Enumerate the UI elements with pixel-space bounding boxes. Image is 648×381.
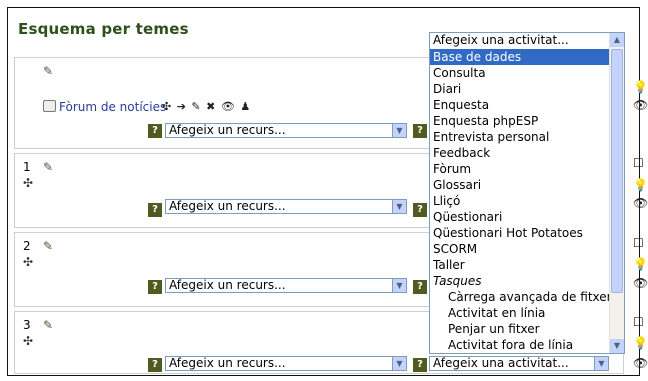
activity-option[interactable]: Base de dades (430, 49, 610, 65)
section-number: 1 (23, 160, 31, 174)
activity-option[interactable]: Penjar un fitxer (430, 321, 610, 337)
help-icon[interactable]: ? (148, 124, 162, 138)
eye-icon[interactable]: 👁 (633, 276, 648, 290)
add-resource-select[interactable]: Afegeix un recurs... ▼ (165, 199, 407, 214)
chevron-down-icon: ▼ (392, 200, 406, 213)
help-icon[interactable]: ? (148, 280, 162, 294)
activity-option[interactable]: Activitat en línia (430, 305, 610, 321)
help-icon[interactable]: ? (413, 124, 427, 138)
eye-icon[interactable]: 👁 (633, 356, 648, 370)
activity-option[interactable]: Enquesta phpESP (430, 113, 610, 129)
chevron-down-icon: ▼ (392, 124, 406, 137)
scroll-down-icon[interactable]: ▼ (610, 339, 624, 353)
help-icon[interactable]: ? (413, 203, 427, 217)
add-resource-select[interactable]: Afegeix un recurs... ▼ (165, 123, 407, 138)
forum-link[interactable]: Fòrum de notícies (43, 100, 166, 114)
chevron-down-icon: ▼ (392, 279, 406, 292)
activity-option[interactable]: Lliçó (430, 193, 610, 209)
activity-option[interactable]: Càrrega avançada de fitxers (430, 289, 610, 305)
pencil-icon[interactable]: ✎ (43, 318, 53, 332)
checkbox-icon[interactable]: ☐ (633, 156, 644, 170)
eye-icon[interactable]: 👁 (633, 196, 648, 210)
pencil-icon[interactable]: ✎ (43, 239, 53, 253)
move-icon[interactable]: ✣ (23, 255, 33, 269)
add-resource-select[interactable]: Afegeix un recurs... ▼ (165, 278, 407, 293)
checkbox-icon[interactable]: ☐ (633, 236, 644, 250)
help-icon[interactable]: ? (148, 358, 162, 372)
lightbulb-icon[interactable]: 💡 (633, 257, 648, 271)
pencil-icon[interactable]: ✎ (43, 160, 53, 174)
chevron-down-icon: ▼ (392, 357, 406, 370)
lightbulb-icon[interactable]: 💡 (633, 80, 648, 94)
activity-option[interactable]: Qüestionari Hot Potatoes (430, 225, 610, 241)
activity-option[interactable]: Entrevista personal (430, 129, 610, 145)
section-number: 2 (23, 239, 31, 253)
lightbulb-icon[interactable]: 💡 (633, 178, 648, 192)
activity-option[interactable]: Fòrum (430, 161, 610, 177)
page-title: Esquema per temes (18, 20, 189, 38)
activity-option[interactable]: SCORM (430, 241, 610, 257)
activity-option[interactable]: Qüestionari (430, 209, 610, 225)
item-tools: ✣ ➔ ✎ ✖ 👁 ♟ (162, 100, 252, 113)
help-icon[interactable]: ? (148, 203, 162, 217)
add-activity-select[interactable]: Afegeix una activitat... ▼ (429, 356, 609, 371)
add-resource-select[interactable]: Afegeix un recurs... ▼ (165, 356, 407, 371)
activity-option[interactable]: Feedback (430, 145, 610, 161)
activity-option[interactable]: Taller (430, 257, 610, 273)
activity-group-label: Tasques (433, 274, 482, 288)
activity-option[interactable]: Activitat fora de línia (430, 337, 610, 353)
move-icon[interactable]: ✣ (23, 334, 33, 348)
add-activity-dropdown[interactable]: Afegeix una activitat... Base de dades C… (429, 32, 625, 354)
activity-list: Base de dades Consulta Diari Enquesta En… (430, 49, 610, 353)
help-icon[interactable]: ? (413, 358, 427, 372)
lightbulb-icon[interactable]: 💡 (633, 336, 648, 350)
scrollbar-thumb[interactable] (611, 49, 623, 293)
activity-option[interactable]: Enquesta (430, 97, 610, 113)
scroll-up-icon[interactable]: ▲ (610, 33, 624, 47)
dropdown-scrollbar[interactable]: ▲ ▼ (609, 33, 624, 353)
activity-option[interactable]: Glossari (430, 177, 610, 193)
eye-icon[interactable]: 👁 (633, 98, 648, 112)
add-activity-header[interactable]: Afegeix una activitat... (430, 33, 610, 48)
section-number: 3 (23, 318, 31, 332)
activity-option[interactable]: Diari (430, 81, 610, 97)
help-icon[interactable]: ? (413, 280, 427, 294)
chevron-down-icon: ▼ (594, 357, 608, 370)
checkbox-icon[interactable]: ☐ (633, 315, 644, 329)
forum-icon (43, 100, 56, 112)
pencil-icon[interactable]: ✎ (43, 64, 53, 78)
move-icon[interactable]: ✣ (23, 176, 33, 190)
activity-option[interactable]: Consulta (430, 65, 610, 81)
